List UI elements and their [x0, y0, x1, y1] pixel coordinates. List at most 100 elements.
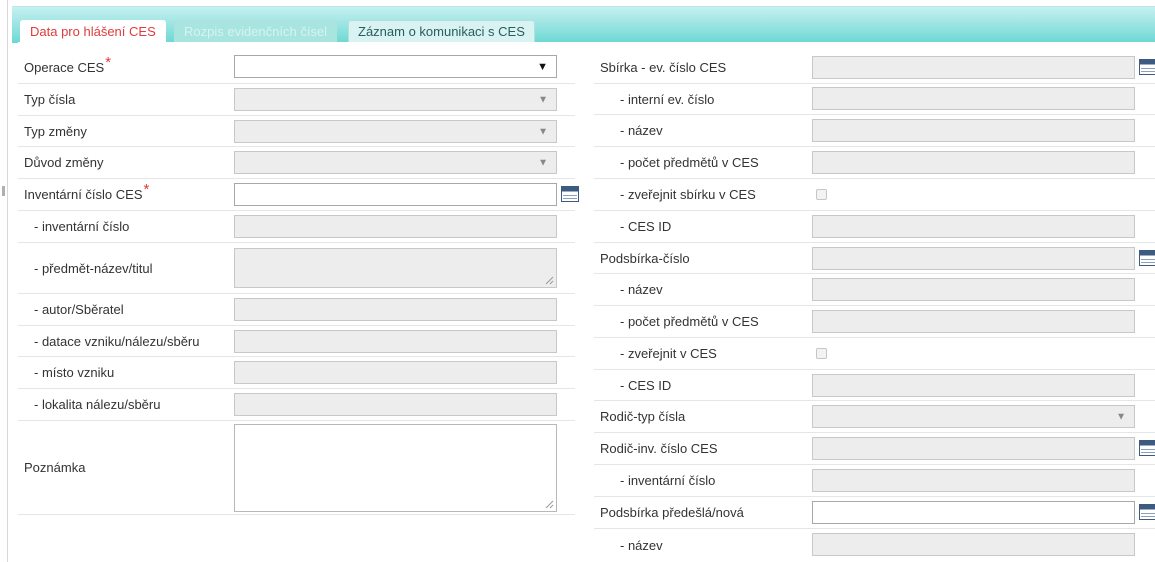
sbirka-ces-id-label: - CES ID: [620, 219, 672, 234]
row-rodic-typ: Rodič-typ čísla ▼: [594, 401, 1155, 433]
sbirka-interni-input: [812, 87, 1135, 110]
left-edge-divider: [7, 0, 8, 562]
podsbirka-predesla-label: Podsbírka předešlá/nová: [600, 505, 744, 520]
poznamka-textarea[interactable]: [234, 424, 557, 512]
podsbirka-cislo-label: Podsbírka-číslo: [600, 250, 690, 266]
chevron-down-icon: ▼: [538, 126, 548, 137]
row-autor: - autor/Sběratel: [18, 294, 575, 326]
calendar-icon[interactable]: [1139, 439, 1155, 457]
sbirka-interni-label: - interní ev. číslo: [620, 91, 715, 107]
autor-input: [234, 298, 557, 321]
podsbirka-predesla-nazev-label: - název: [620, 538, 663, 553]
inventarni-cislo-label: - inventární číslo: [34, 219, 130, 234]
podsbirka-nazev-label: - název: [620, 282, 663, 297]
predmet-nazev-label: - předmět-název/titul: [34, 260, 153, 276]
tab-zaznam-o-komunikaci[interactable]: Záznam o komunikaci s CES: [348, 20, 535, 43]
row-inventarni-cislo: - inventární číslo: [18, 211, 575, 243]
row-datace: - datace vzniku/nálezu/sběru: [18, 326, 575, 357]
operace-ces-label-text: Operace CES: [24, 60, 105, 75]
calendar-icon[interactable]: [1139, 503, 1155, 521]
row-typ-cisla: Typ čísla ▼: [18, 84, 575, 116]
row-podsbirka-nazev: - název: [594, 274, 1155, 306]
required-marker: *: [105, 54, 112, 71]
calendar-icon[interactable]: [1139, 249, 1155, 267]
podsbirka-ces-id-input: [812, 374, 1135, 397]
typ-zmeny-select: ▼: [234, 120, 557, 143]
autor-label: - autor/Sběratel: [34, 302, 124, 317]
row-duvod-zmeny: Důvod změny ▼: [18, 147, 575, 179]
duvod-zmeny-label: Důvod změny: [24, 155, 104, 170]
podsbirka-pocet-label: - počet předmětů v CES: [620, 314, 759, 329]
chevron-down-icon: ▼: [537, 60, 548, 73]
sbirka-ev-cislo-input: [812, 56, 1135, 79]
predmet-nazev-textarea: [234, 248, 557, 288]
sbirka-ev-cislo-label: Sbírka - ev. číslo CES: [600, 60, 727, 75]
podsbirka-ces-id-label: - CES ID: [620, 377, 672, 393]
chevron-down-icon: ▼: [538, 157, 548, 168]
rodic-inventarni-label: - inventární číslo: [620, 473, 716, 488]
typ-cisla-label: Typ čísla: [24, 92, 76, 107]
tab-bar: Data pro hlášení CES Rozpis evidenčních …: [12, 6, 1155, 44]
lokalita-label: - lokalita nálezu/sběru: [34, 397, 161, 412]
podsbirka-zverejnit-label: - zveřejnit v CES: [620, 346, 717, 361]
row-podsbirka-zverejnit: - zveřejnit v CES: [594, 338, 1155, 370]
inventarni-cislo-input: [234, 215, 557, 238]
duvod-zmeny-select: ▼: [234, 151, 557, 174]
calendar-icon[interactable]: [1139, 58, 1155, 76]
row-lokalita: - lokalita nálezu/sběru: [18, 389, 575, 421]
inventarni-cislo-ces-label-text: Inventární číslo CES: [24, 187, 143, 202]
sbirka-nazev-label: - název: [620, 123, 663, 138]
datace-input: [234, 330, 557, 353]
sbirka-pocet-input: [812, 151, 1135, 174]
lokalita-input: [234, 393, 557, 416]
operace-ces-select[interactable]: ▼: [234, 55, 557, 78]
poznamka-label: Poznámka: [24, 460, 86, 475]
podsbirka-pocet-input: [812, 310, 1135, 333]
row-poznamka: Poznámka: [18, 421, 575, 515]
podsbirka-cislo-input: [812, 247, 1135, 270]
rodic-inv-input: [812, 437, 1135, 460]
row-rodic-inv: Rodič-inv. číslo CES: [594, 433, 1155, 465]
sbirka-nazev-input: [812, 119, 1135, 142]
row-typ-zmeny: Typ změny ▼: [18, 116, 575, 147]
datace-label: - datace vzniku/nálezu/sběru: [34, 333, 200, 349]
row-predmet-nazev: - předmět-název/titul: [18, 243, 575, 294]
misto-vzniku-input: [234, 361, 557, 384]
inventarni-cislo-ces-input[interactable]: [234, 183, 557, 206]
rodic-typ-select: ▼: [812, 405, 1135, 428]
podsbirka-predesla-input[interactable]: [812, 501, 1135, 524]
misto-vzniku-label: - místo vzniku: [34, 365, 115, 380]
chevron-down-icon: ▼: [1116, 411, 1126, 422]
form-panel: Operace CES * ▼ Typ čísla ▼ Typ změny ▼ D…: [18, 42, 1155, 562]
rodic-inv-label: Rodič-inv. číslo CES: [600, 441, 718, 456]
row-operace-ces: Operace CES * ▼: [18, 52, 575, 84]
inventarni-cislo-ces-label: Inventární číslo CES *: [24, 179, 149, 210]
row-misto-vzniku: - místo vzniku: [18, 357, 575, 389]
podsbirka-predesla-nazev-input: [812, 533, 1135, 556]
rodic-typ-label: Rodič-typ čísla: [600, 409, 686, 424]
row-sbirka-ev-cislo: Sbírka - ev. číslo CES: [594, 52, 1155, 84]
row-podsbirka-ces-id: - CES ID: [594, 370, 1155, 401]
row-sbirka-nazev: - název: [594, 115, 1155, 147]
calendar-icon[interactable]: [561, 185, 579, 203]
row-podsbirka-predesla-nazev: - název: [594, 529, 1155, 562]
sbirka-pocet-label: - počet předmětů v CES: [620, 155, 759, 170]
rodic-inventarni-input: [812, 469, 1135, 492]
row-podsbirka-cislo: Podsbírka-číslo: [594, 243, 1155, 274]
row-sbirka-pocet: - počet předmětů v CES: [594, 147, 1155, 179]
row-rodic-inventarni: - inventární číslo: [594, 465, 1155, 497]
row-sbirka-ces-id: - CES ID: [594, 211, 1155, 243]
required-marker: *: [143, 181, 150, 198]
splitter-grip[interactable]: [2, 186, 5, 196]
sbirka-zverejnit-checkbox: [816, 189, 827, 200]
resize-grip-icon: [545, 276, 554, 285]
row-podsbirka-pocet: - počet předmětů v CES: [594, 306, 1155, 338]
tab-rozpis-evidencnich-cisel: Rozpis evidenčních čísel: [174, 20, 338, 43]
row-sbirka-zverejnit: - zveřejnit sbírku v CES: [594, 179, 1155, 211]
operace-ces-label: Operace CES *: [24, 52, 111, 83]
sbirka-ces-id-input: [812, 215, 1135, 238]
typ-cisla-select: ▼: [234, 88, 557, 111]
podsbirka-nazev-input: [812, 278, 1135, 301]
tab-data-pro-hlaseni-ces[interactable]: Data pro hlášení CES: [20, 20, 166, 44]
chevron-down-icon: ▼: [538, 94, 548, 105]
